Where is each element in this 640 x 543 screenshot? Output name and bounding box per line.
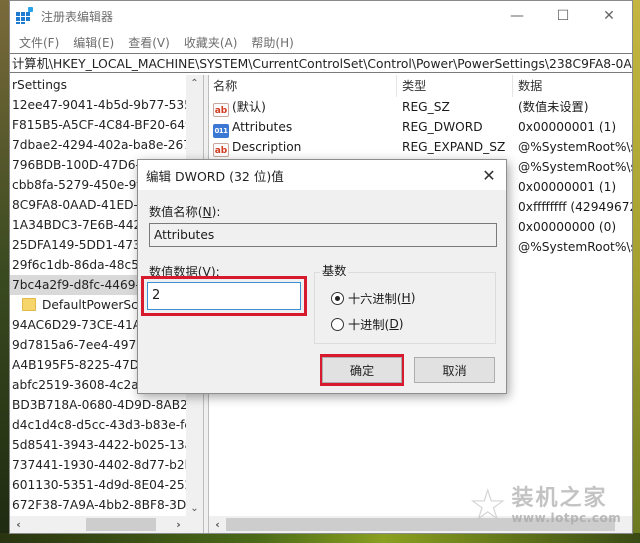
value-name: ab (默认) <box>213 100 266 117</box>
tree-horizontal-scrollbar[interactable]: ‹ › <box>10 516 203 533</box>
maximize-icon: ☐ <box>556 8 570 24</box>
tree-item[interactable]: 7dbae2-4294-402a-ba8e-26777e8488cd <box>10 135 188 155</box>
scroll-left-icon[interactable]: ‹ <box>209 516 226 533</box>
value-name: 011 Attributes <box>209 117 396 138</box>
maximize-button[interactable]: ☐ <box>540 1 586 31</box>
value-name-field: Attributes <box>149 223 497 247</box>
value-name-label: 数值名称(N): <box>149 205 221 219</box>
value-data: @%SystemRoot%\system32\powrprof.dll <box>518 140 632 154</box>
menu-view[interactable]: 查看(V) <box>121 34 177 51</box>
string-value-icon: ab <box>213 103 229 117</box>
tree-item[interactable]: rSettings <box>10 75 188 95</box>
value-data: 0x00000000 (0) <box>518 220 617 234</box>
tree-item-label: 5d8541-3943-4422-b025-13a784f679b7 <box>12 438 188 452</box>
hex-radio[interactable] <box>331 291 344 305</box>
base-groupbox <box>314 272 496 344</box>
close-icon: ✕ <box>603 8 615 24</box>
tree-item-label: F815B5-A5CF-4C84-BF20-649D1F75D3D8 <box>12 118 188 132</box>
value-name: ab Description <box>213 140 302 157</box>
tree-item-label: BD3B718A-0680-4D9D-8AB2-E1D2B4AC806D <box>12 398 188 412</box>
column-header-data[interactable]: 数据 <box>512 75 632 97</box>
edit-dword-dialog: 编辑 DWORD (32 位)值 ✕ 数值名称(N): Attributes 数… <box>137 159 507 394</box>
value-data: 0x00000001 (1) <box>518 120 617 134</box>
dialog-close-button[interactable]: ✕ <box>478 164 500 186</box>
scroll-right-icon[interactable]: › <box>170 516 187 533</box>
tree-item-label: 672F38-7A9A-4bb2-8BF8-3D85BE19DE4E <box>12 498 188 512</box>
tree-item-label: 601130-5351-4d9d-8E04-252966BAD054 <box>12 478 188 492</box>
close-icon: ✕ <box>482 165 496 185</box>
scroll-left-icon[interactable]: ‹ <box>10 516 27 533</box>
ok-button[interactable]: 确定 <box>322 357 402 383</box>
tree-item[interactable]: BD3B718A-0680-4D9D-8AB2-E1D2B4AC806D <box>10 395 188 415</box>
address-bar[interactable]: 计算机\HKEY_LOCAL_MACHINE\SYSTEM\CurrentCon… <box>10 53 632 73</box>
base-legend: 基数 <box>320 261 349 279</box>
value-data: (数值未设置) <box>518 100 589 114</box>
menu-edit[interactable]: 编辑(E) <box>66 34 121 51</box>
value-type: REG_DWORD <box>402 120 483 134</box>
window-title: 注册表编辑器 <box>41 9 114 24</box>
dialog-title: 编辑 DWORD (32 位)值 <box>146 168 284 184</box>
value-row[interactable]: ab Description REG_EXPAND_SZ @%SystemRoot%\… <box>209 137 632 157</box>
column-header-type[interactable]: 类型 <box>396 75 512 97</box>
values-list-header: 名称 类型 数据 <box>209 75 632 97</box>
hex-radio-option[interactable]: 十六进制(H) <box>331 289 415 307</box>
dialog-title-bar: 编辑 DWORD (32 位)值 ✕ <box>138 160 506 190</box>
value-row[interactable]: ab (默认) REG_SZ (数值未设置) <box>209 97 632 117</box>
minimize-icon: — <box>510 8 524 24</box>
tree-item[interactable]: 737441-1930-4402-8d77-b2bebba308a3 <box>10 455 188 475</box>
tree-item-label: 7dbae2-4294-402a-ba8e-26777e8488cd <box>12 138 188 152</box>
tree-item[interactable]: 5d8541-3943-4422-b025-13a784f679b7 <box>10 435 188 455</box>
tree-item[interactable]: 672F38-7A9A-4bb2-8BF8-3D85BE19DE4E <box>10 495 188 515</box>
watermark: ☆ 装机之家 www.lotpc.com <box>468 484 621 528</box>
tree-scroll-thumb[interactable] <box>86 518 156 531</box>
scroll-up-icon[interactable]: ⌃ <box>186 75 203 92</box>
watermark-title: 装机之家 <box>511 486 608 511</box>
decimal-radio-option[interactable]: 十进制(D) <box>331 315 403 333</box>
registry-editor-icon <box>16 7 33 24</box>
tree-item[interactable]: 12ee47-9041-4b5d-9b77-535fba8b1442 <box>10 95 188 115</box>
menu-file[interactable]: 文件(F) <box>12 34 66 51</box>
value-row[interactable]: 011 Attributes REG_DWORD 0x00000001 (1) <box>209 117 632 138</box>
tree-item-label: d4c1d4c8-d5cc-43d3-b83e-fc51215cb04d <box>12 418 188 432</box>
tree-item-label: 737441-1930-4402-8d77-b2bebba308a3 <box>12 458 188 472</box>
menu-bar: 文件(F) 编辑(E) 查看(V) 收藏夹(A) 帮助(H) <box>10 31 632 53</box>
value-data: 0xffffffff (4294967295) <box>518 200 632 214</box>
star-logo-icon: ☆ <box>468 480 508 531</box>
watermark-url: www.lotpc.com <box>511 511 622 525</box>
tree-item-label: rSettings <box>12 78 67 92</box>
tree-item-label: 12ee47-9041-4b5d-9b77-535fba8b1442 <box>12 98 188 112</box>
close-button[interactable]: ✕ <box>586 1 632 31</box>
value-data: 0x00000001 (1) <box>518 180 617 194</box>
desktop-background-bottom <box>0 533 640 543</box>
value-data: @%SystemRoot%\system32\powrprof.dll <box>518 240 632 254</box>
dword-value-icon: 011 <box>213 123 229 138</box>
folder-icon <box>22 298 36 311</box>
menu-help[interactable]: 帮助(H) <box>244 34 300 51</box>
cancel-button[interactable]: 取消 <box>414 357 495 383</box>
tree-item[interactable]: d4c1d4c8-d5cc-43d3-b83e-fc51215cb04d <box>10 415 188 435</box>
tree-item[interactable]: 601130-5351-4d9d-8E04-252966BAD054 <box>10 475 188 495</box>
value-data-input[interactable]: 2 <box>147 282 301 310</box>
desktop-background-right <box>632 0 640 543</box>
value-type: REG_SZ <box>402 100 450 114</box>
title-bar: 注册表编辑器 — ☐ ✕ <box>10 1 632 31</box>
column-header-name[interactable]: 名称 <box>209 75 396 97</box>
scroll-down-icon[interactable]: ⌄ <box>186 500 203 517</box>
decimal-radio[interactable] <box>331 317 344 331</box>
menu-favorites[interactable]: 收藏夹(A) <box>177 34 245 51</box>
string-value-icon: ab <box>213 143 229 157</box>
value-type: REG_EXPAND_SZ <box>402 140 506 154</box>
minimize-button[interactable]: — <box>494 1 540 31</box>
tree-item[interactable]: F815B5-A5CF-4C84-BF20-649D1F75D3D8 <box>10 115 188 135</box>
value-data: @%SystemRoot%\system32\powrprof.dll <box>518 160 632 174</box>
